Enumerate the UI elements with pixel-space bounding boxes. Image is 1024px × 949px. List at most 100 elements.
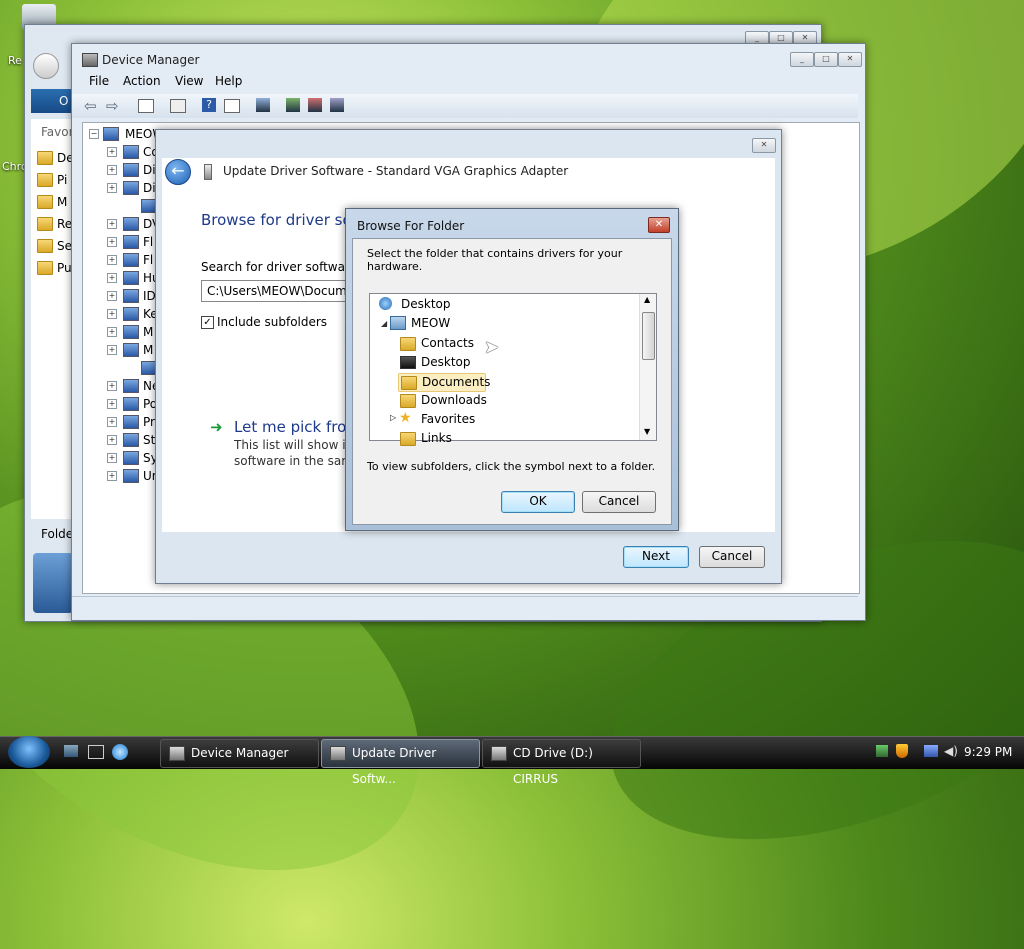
hint-text: To view subfolders, click the symbol nex… — [367, 460, 656, 473]
device-category-icon — [123, 253, 139, 267]
expand-icon[interactable]: + — [107, 327, 117, 337]
include-subfolders-checkbox[interactable]: ✓ — [201, 316, 214, 329]
view-icon[interactable] — [224, 99, 240, 113]
tree-node-label: ID — [143, 289, 156, 303]
tree-node-label: St — [143, 433, 156, 447]
tree-node-label: Fl — [143, 235, 154, 249]
tree-user[interactable]: MEOW — [411, 316, 450, 330]
expand-icon[interactable]: + — [107, 255, 117, 265]
folder-icon — [400, 432, 416, 446]
expand-icon[interactable]: + — [107, 237, 117, 247]
start-button[interactable] — [8, 736, 50, 768]
device-manager-icon — [82, 53, 98, 67]
folder-icon — [401, 376, 417, 390]
show-desktop-icon[interactable] — [64, 745, 78, 757]
tree-node-label: M — [143, 325, 154, 339]
taskbar-button[interactable]: CD Drive (D:) CIRRUS — [482, 739, 641, 786]
device-category-icon — [123, 415, 139, 429]
expand-arrow-icon[interactable]: ▷ — [390, 413, 396, 422]
internet-explorer-icon[interactable] — [112, 744, 128, 760]
scroll-thumb[interactable] — [642, 312, 655, 360]
expand-icon[interactable]: + — [107, 381, 117, 391]
expand-icon[interactable]: + — [107, 219, 117, 229]
close-button[interactable]: ✕ — [838, 52, 862, 67]
scan-hardware-icon[interactable] — [256, 98, 270, 112]
expand-triangle-icon[interactable]: ◢ — [381, 319, 387, 328]
arrow-icon: ➜ — [210, 418, 223, 436]
menu-help[interactable]: Help — [215, 74, 242, 88]
browse-folder-dialog: Browse For Folder ✕ Select the folder th… — [345, 208, 679, 531]
dialog-cancel-button[interactable]: Cancel — [582, 491, 656, 513]
device-category-icon — [123, 343, 139, 357]
scroll-down-icon[interactable]: ▼ — [644, 427, 650, 436]
explorer-back-button[interactable] — [33, 53, 59, 79]
taskbar-button[interactable]: Update Driver Softw... — [321, 739, 480, 786]
favorite-label: Pi — [57, 173, 68, 187]
expand-icon[interactable]: + — [107, 453, 117, 463]
folders-label[interactable]: Folde — [41, 527, 73, 541]
disable-icon[interactable] — [330, 98, 344, 112]
address-text: O — [59, 94, 69, 108]
taskbar-button[interactable]: Device Manager — [160, 739, 319, 768]
next-button[interactable]: Next — [623, 546, 689, 568]
wizard-close-button[interactable]: ✕ — [752, 138, 776, 153]
network-icon[interactable] — [876, 745, 888, 757]
switch-windows-icon[interactable] — [88, 745, 104, 759]
tree-scrollbar[interactable]: ▲ ▼ — [639, 294, 656, 440]
expand-icon[interactable]: + — [107, 147, 117, 157]
expand-icon[interactable]: + — [107, 471, 117, 481]
connection-icon[interactable] — [924, 745, 938, 757]
star-icon: ★ — [399, 410, 412, 426]
taskbar-button-label: CD Drive (D:) CIRRUS — [513, 746, 593, 786]
back-arrow-icon[interactable]: ⇦ — [84, 97, 97, 115]
expand-icon[interactable]: + — [107, 309, 117, 319]
collapse-icon[interactable]: − — [89, 129, 99, 139]
wizard-title: Update Driver Software - Standard VGA Gr… — [223, 164, 569, 178]
expand-icon[interactable]: + — [107, 165, 117, 175]
driver-icon — [204, 164, 212, 180]
expand-icon[interactable]: + — [107, 399, 117, 409]
drive-icon — [33, 553, 73, 613]
folder-tree-label: Links — [421, 431, 452, 445]
tree-node-label: M — [143, 343, 154, 357]
device-category-icon — [123, 145, 139, 159]
device-category-icon — [123, 163, 139, 177]
menu-view[interactable]: View — [175, 74, 203, 88]
folder-icon — [37, 239, 53, 253]
wizard-back-button[interactable]: ← — [165, 159, 191, 185]
menu-action[interactable]: Action — [123, 74, 161, 88]
expand-icon[interactable]: + — [107, 345, 117, 355]
expand-icon[interactable]: + — [107, 291, 117, 301]
wizard-cancel-button[interactable]: Cancel — [699, 546, 765, 568]
list-icon[interactable] — [170, 99, 186, 113]
minimize-button[interactable]: _ — [790, 52, 814, 67]
folder-icon — [400, 394, 416, 408]
forward-arrow-icon[interactable]: ⇨ — [106, 97, 119, 115]
uninstall-icon[interactable] — [308, 98, 322, 112]
tree-node-label: Pr — [143, 415, 155, 429]
expand-icon[interactable]: + — [107, 417, 117, 427]
update-driver-icon[interactable] — [286, 98, 300, 112]
menu-file[interactable]: File — [89, 74, 109, 88]
volume-icon[interactable]: ◀) — [944, 744, 958, 758]
ok-button[interactable]: OK — [501, 491, 575, 513]
pick-link[interactable]: Let me pick from — [234, 418, 361, 436]
help-icon[interactable]: ? — [202, 98, 216, 112]
expand-icon[interactable]: + — [107, 435, 117, 445]
dialog-close-button[interactable]: ✕ — [648, 217, 670, 233]
include-subfolders-label: Include subfolders — [217, 315, 328, 329]
expand-icon[interactable]: + — [107, 183, 117, 193]
favorites-pane: Favor De Pi M Re Se Pu — [31, 119, 75, 519]
expand-icon[interactable]: + — [107, 273, 117, 283]
properties-icon[interactable] — [138, 99, 154, 113]
clock[interactable]: 9:29 PM — [964, 745, 1012, 759]
security-shield-icon[interactable] — [896, 744, 908, 758]
device-category-icon — [123, 271, 139, 285]
scroll-up-icon[interactable]: ▲ — [644, 295, 650, 304]
tree-desktop[interactable]: Desktop — [401, 297, 451, 311]
favorite-label: Re — [57, 217, 73, 231]
device-category-icon — [123, 235, 139, 249]
maximize-button[interactable]: □ — [814, 52, 838, 67]
folder-icon — [37, 151, 53, 165]
folder-tree-item[interactable]: Documents — [398, 373, 490, 392]
